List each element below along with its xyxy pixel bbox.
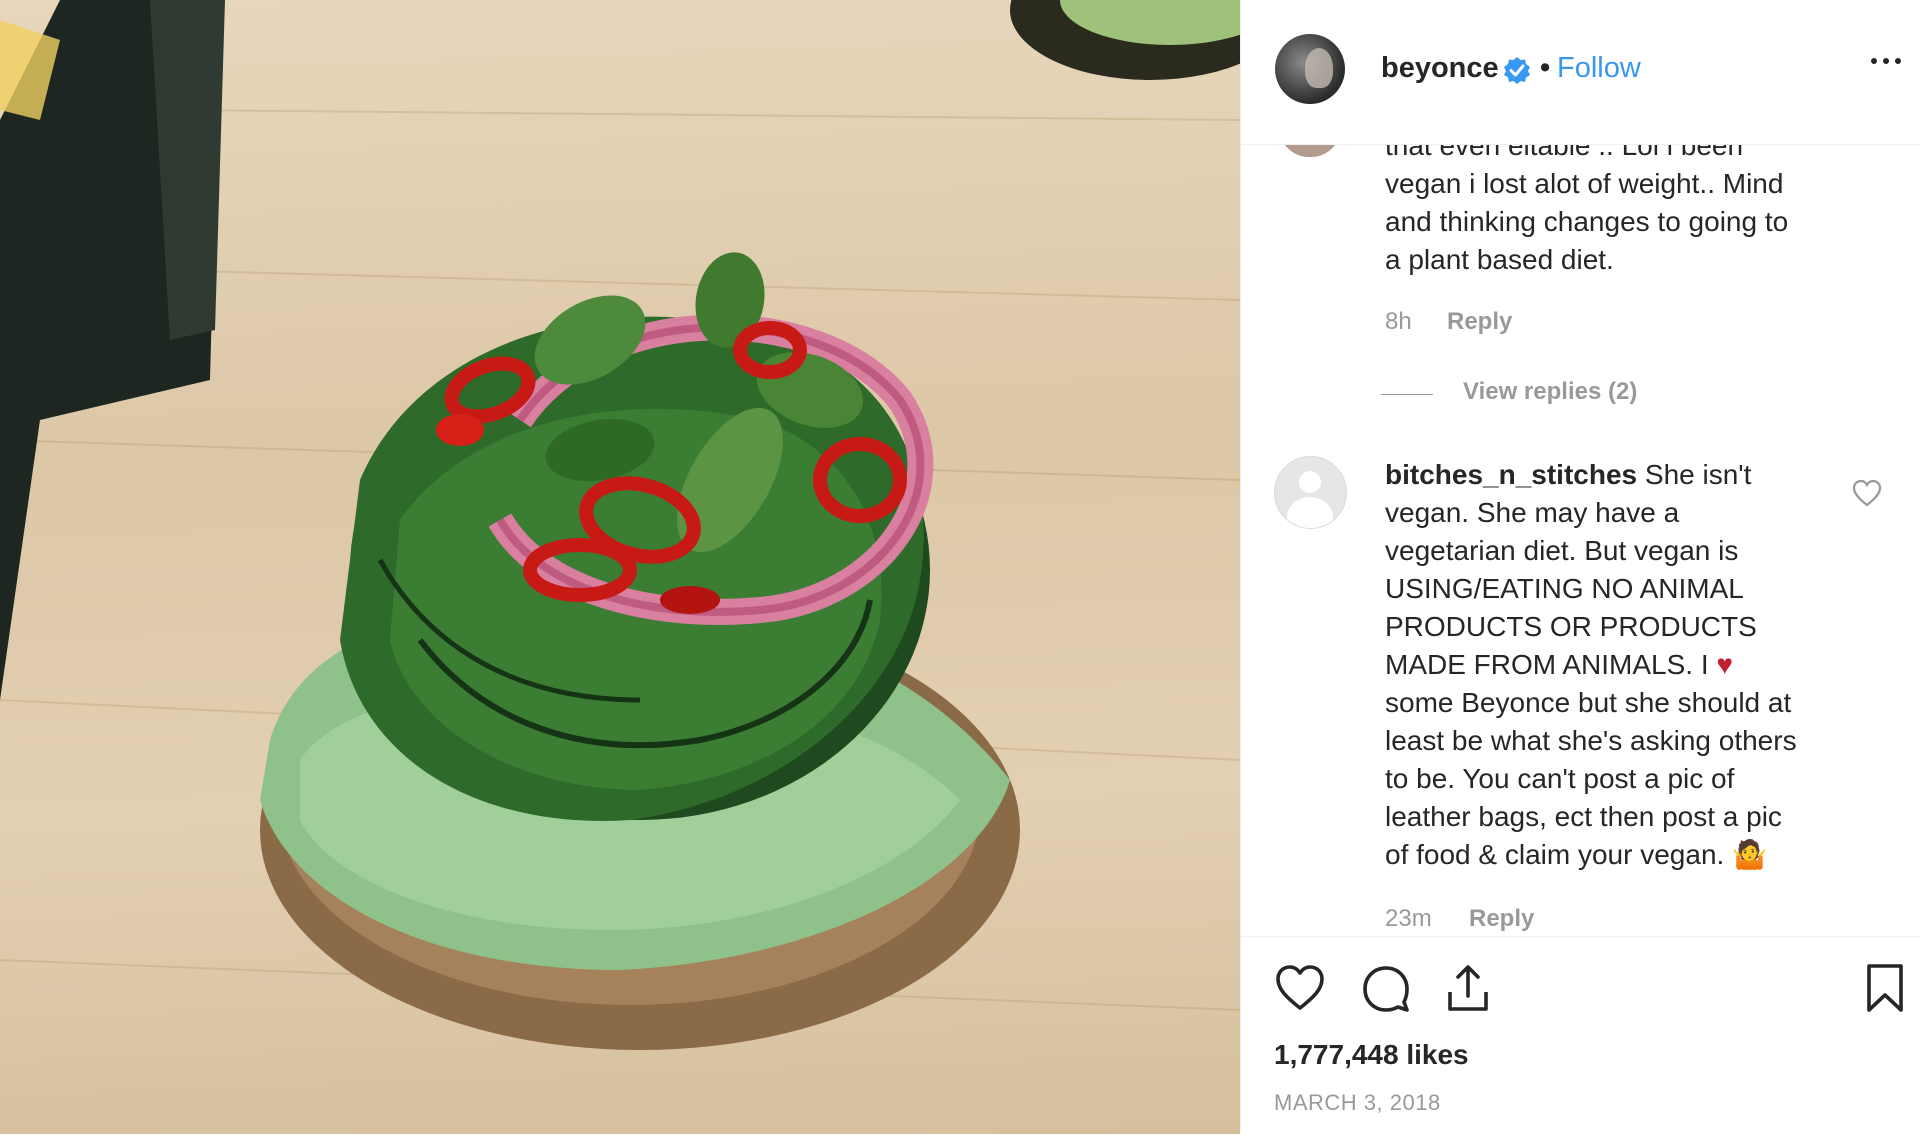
post-sidebar: beyonce • Follow that even eitable .. Lo…	[1240, 0, 1920, 1134]
follow-button[interactable]: Follow	[1557, 52, 1641, 85]
view-replies-button[interactable]: View replies (2)	[1463, 378, 1637, 406]
author-username[interactable]: beyonce	[1381, 52, 1499, 85]
post-actions: 1,777,448 likes MARCH 3, 2018	[1241, 936, 1920, 1135]
comment-timestamp: 8h	[1385, 308, 1412, 335]
comment-line: leather bags, ect then post a pic	[1385, 801, 1782, 832]
more-options-icon[interactable]	[1871, 50, 1905, 70]
comment-icon[interactable]	[1360, 962, 1412, 1014]
replies-divider	[1381, 394, 1433, 395]
header-separator: •	[1540, 52, 1551, 84]
comment-line: that even eitable .. Lol i been	[1385, 145, 1744, 161]
comment-text: bitches_n_stitches She isn't vegan. She …	[1385, 456, 1845, 874]
comment-line: some Beyonce but she should at	[1385, 687, 1792, 718]
likes-count[interactable]: 1,777,448 likes	[1274, 1039, 1469, 1071]
comment-line: She isn't	[1637, 459, 1752, 490]
comment-line: vegan i lost alot of weight.. Mind	[1385, 168, 1784, 199]
post-photo[interactable]	[0, 0, 1240, 1134]
comment-username[interactable]: bitches_n_stitches	[1385, 459, 1637, 490]
author-avatar[interactable]	[1275, 34, 1345, 104]
shrug-emoji: 🤷	[1732, 839, 1767, 870]
comment-timestamp: 23m	[1385, 905, 1432, 932]
comment-line: least be what she's asking others	[1385, 725, 1797, 756]
comment-line: to be. You can't post a pic of	[1385, 763, 1735, 794]
bookmark-icon[interactable]	[1859, 962, 1911, 1014]
comment-line: vegan. She may have a	[1385, 497, 1680, 528]
comment-line: USING/EATING NO ANIMAL	[1385, 573, 1744, 604]
comment-text: that even eitable .. Lol i been vegan i …	[1385, 145, 1845, 279]
comment-line: MADE FROM ANIMALS. I	[1385, 649, 1709, 680]
food-photo-illustration	[0, 0, 1240, 1050]
post-date: MARCH 3, 2018	[1274, 1090, 1441, 1115]
like-comment-heart-icon[interactable]	[1852, 479, 1882, 507]
verified-badge-icon	[1504, 57, 1530, 84]
reply-button[interactable]: Reply	[1469, 905, 1534, 933]
comment-line: vegetarian diet. But vegan is	[1385, 535, 1739, 566]
reply-button[interactable]: Reply	[1447, 308, 1512, 336]
share-icon[interactable]	[1442, 962, 1494, 1014]
comment-line: of food & claim your vegan.	[1385, 839, 1725, 870]
heart-emoji: ♥	[1716, 649, 1734, 680]
commenter-avatar[interactable]	[1274, 456, 1347, 529]
comment-line: and thinking changes to going to	[1385, 206, 1789, 237]
comments-list[interactable]: that even eitable .. Lol i been vegan i …	[1241, 145, 1920, 935]
commenter-avatar[interactable]	[1279, 145, 1341, 157]
comment-line: a plant based diet.	[1385, 244, 1614, 275]
comment-line: PRODUCTS OR PRODUCTS	[1385, 611, 1757, 642]
heart-icon[interactable]	[1274, 962, 1326, 1014]
post-header: beyonce • Follow	[1241, 0, 1920, 145]
